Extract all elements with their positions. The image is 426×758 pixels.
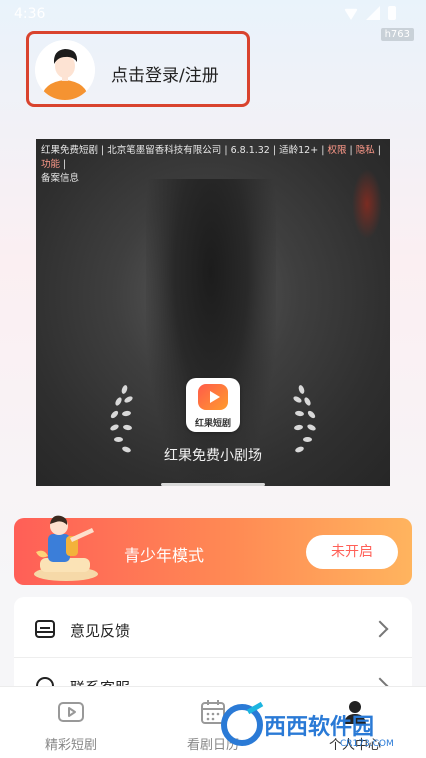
info-company: 北京笔墨留香科技有限公司 bbox=[107, 145, 222, 156]
chevron-right-icon bbox=[371, 620, 389, 638]
tab-short-drama[interactable]: 精彩短剧 bbox=[0, 687, 142, 758]
status-time: 4:36 bbox=[14, 6, 46, 22]
battery-icon bbox=[388, 6, 396, 20]
app-logo-icon: 红果短剧 bbox=[186, 378, 240, 432]
info-version: 6.8.1.32 bbox=[230, 145, 270, 156]
status-icons bbox=[344, 6, 396, 20]
status-bar: 4:36 bbox=[0, 0, 426, 28]
login-register-label: 点击登录/注册 bbox=[111, 66, 219, 86]
video-background-figure bbox=[146, 179, 276, 486]
info-features-link[interactable]: 功能 bbox=[41, 159, 60, 170]
tab-label: 精彩短剧 bbox=[44, 738, 97, 753]
menu-item-feedback[interactable]: 意见反馈 bbox=[14, 601, 412, 658]
login-register-button[interactable]: 点击登录/注册 bbox=[26, 31, 250, 107]
promo-video-card[interactable]: 红果免费短剧 | 北京笔墨留香科技有限公司 | 6.8.1.32 | 适龄12+… bbox=[36, 139, 390, 486]
svg-text:西西软件园: 西西软件园 bbox=[264, 714, 374, 740]
theater-name: 红果免费小剧场 bbox=[164, 448, 262, 464]
play-icon bbox=[198, 384, 228, 410]
youth-mode-banner[interactable]: 青少年模式 未开启 bbox=[14, 515, 412, 585]
info-privacy-link[interactable]: 隐私 bbox=[356, 145, 375, 156]
app-logo-label: 红果短剧 bbox=[194, 419, 231, 429]
info-filing[interactable]: 备案信息 bbox=[41, 173, 79, 184]
avatar[interactable] bbox=[35, 40, 95, 100]
app-info-line: 红果免费短剧 | 北京笔墨留香科技有限公司 | 6.8.1.32 | 适龄12+… bbox=[41, 145, 381, 184]
video-progress-bar bbox=[161, 483, 265, 486]
svg-text:CR173.COM: CR173.COM bbox=[340, 739, 394, 749]
signal-icon bbox=[366, 6, 380, 20]
site-watermark-logo: 西西软件园 CR173.COM bbox=[218, 700, 418, 750]
info-permissions-link[interactable]: 权限 bbox=[327, 145, 346, 156]
feedback-icon bbox=[34, 618, 56, 640]
build-tag: h763 bbox=[380, 28, 414, 41]
info-app-name: 红果免费短剧 bbox=[41, 145, 99, 156]
youth-mode-title: 青少年模式 bbox=[124, 546, 205, 565]
tv-icon bbox=[57, 699, 85, 725]
menu-item-label: 意见反馈 bbox=[70, 622, 131, 640]
info-age-rating: 适龄12+ bbox=[279, 145, 319, 156]
wifi-icon bbox=[344, 8, 358, 20]
youth-mode-toggle-button[interactable]: 未开启 bbox=[306, 535, 398, 569]
youth-mode-illustration bbox=[26, 512, 104, 584]
